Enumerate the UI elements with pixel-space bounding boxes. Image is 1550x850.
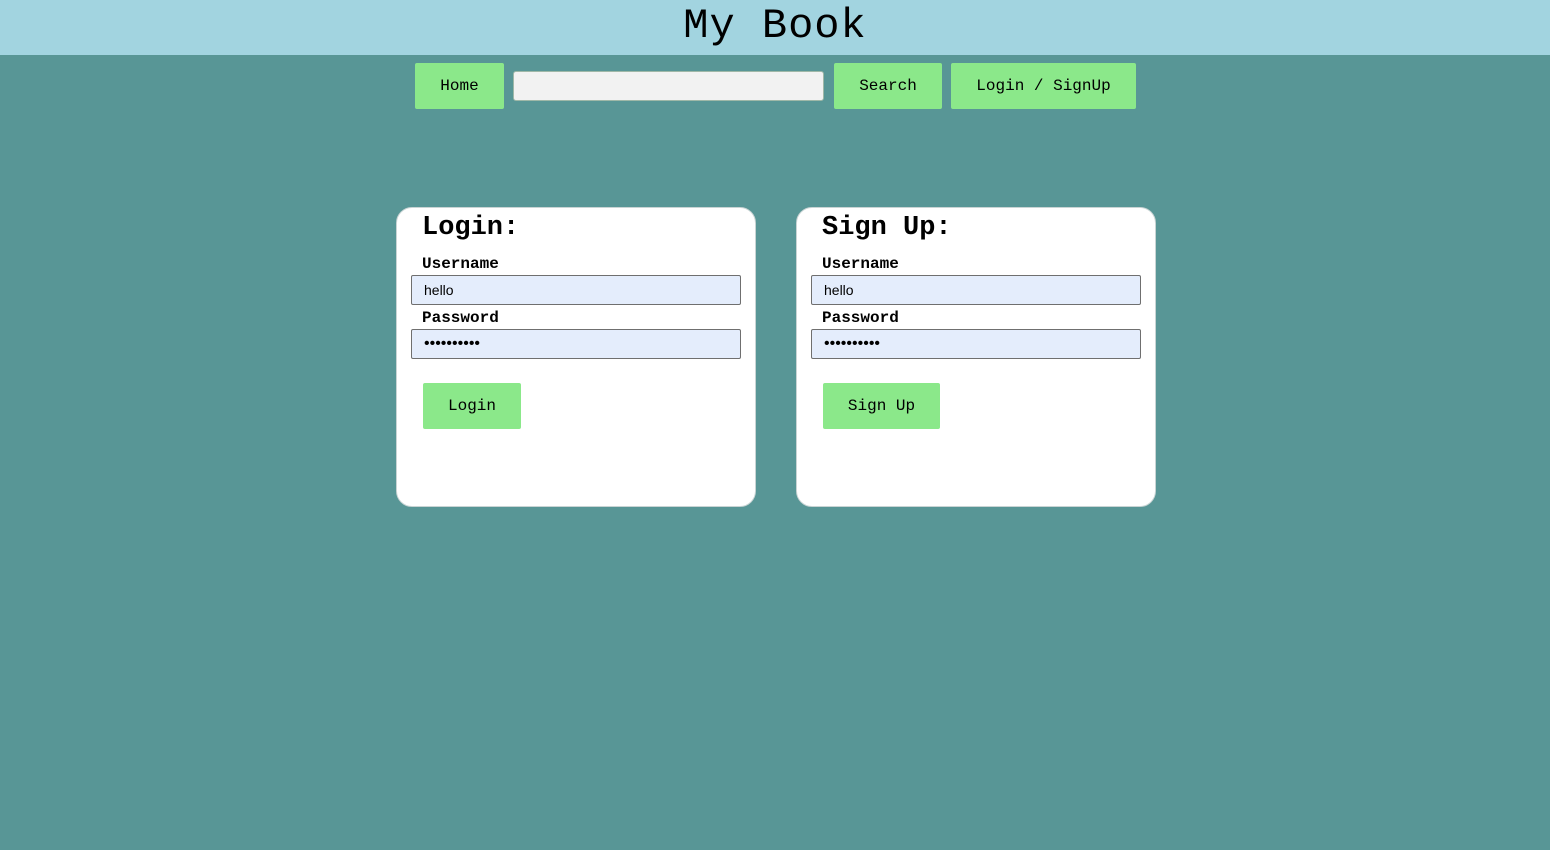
- signup-username-field[interactable]: [811, 275, 1141, 305]
- login-card: Login: Username Password Login: [396, 207, 756, 507]
- login-password-field[interactable]: [411, 329, 741, 359]
- home-button[interactable]: Home: [415, 63, 504, 109]
- signup-title: Sign Up:: [822, 213, 952, 243]
- signup-submit-button[interactable]: Sign Up: [823, 383, 940, 429]
- login-username-label: Username: [422, 255, 499, 273]
- login-signup-button[interactable]: Login / SignUp: [951, 63, 1136, 109]
- signup-password-label: Password: [822, 309, 899, 327]
- site-header: My Book: [0, 0, 1550, 55]
- search-input[interactable]: [513, 71, 824, 101]
- site-title: My Book: [683, 2, 867, 50]
- search-button[interactable]: Search: [834, 63, 942, 109]
- signup-password-field[interactable]: [811, 329, 1141, 359]
- login-submit-button[interactable]: Login: [423, 383, 521, 429]
- login-title: Login:: [422, 213, 520, 243]
- login-password-label: Password: [422, 309, 499, 327]
- signup-username-label: Username: [822, 255, 899, 273]
- signup-card: Sign Up: Username Password Sign Up: [796, 207, 1156, 507]
- login-username-field[interactable]: [411, 275, 741, 305]
